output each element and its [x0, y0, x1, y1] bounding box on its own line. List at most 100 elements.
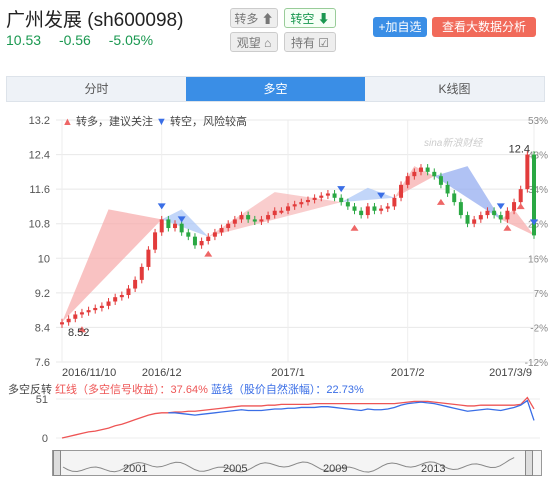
- sina-watermark: sina新浪财经: [424, 138, 483, 149]
- candle-body: [312, 197, 317, 200]
- candle-body: [372, 206, 377, 211]
- blue-line-label: 蓝线（股价自然涨幅）：22.73%: [210, 384, 364, 396]
- candle-body: [173, 223, 178, 229]
- candle-body: [86, 310, 91, 313]
- candle-body: [252, 219, 257, 222]
- candle-body: [418, 167, 423, 172]
- add-watchlist-button[interactable]: +加自选: [373, 17, 427, 37]
- candle-body: [66, 318, 71, 323]
- candle-body: [286, 206, 291, 211]
- stock-title: 广州发展 (sh600098): [6, 10, 184, 31]
- to-long-button[interactable]: 转多 ⬆: [230, 8, 278, 28]
- red-line-label: 红线（多空信号收益）：37.64%: [55, 384, 208, 396]
- candle-body: [206, 236, 211, 241]
- candle-body: [359, 210, 364, 216]
- sub-y-tick-label: 0: [42, 433, 48, 445]
- candle-body: [352, 206, 357, 211]
- stock-header: 广州发展 (sh600098) 10.53 -0.56 -5.05% 转多 ⬆ …: [0, 0, 550, 58]
- time-navigator[interactable]: 2001 2005 2009 2013: [52, 450, 542, 476]
- candle-body: [405, 176, 410, 185]
- y-tick-label: 10.8: [29, 219, 50, 231]
- to-short-button[interactable]: 转空 ⬇: [284, 8, 336, 28]
- legend-up-text: 转多，建议关注: [75, 116, 153, 128]
- sell-signal-icon: [157, 203, 166, 210]
- x-tick-label: 2016/12: [142, 367, 182, 379]
- nav-year-label: 2009: [323, 463, 348, 475]
- candle-body: [498, 215, 503, 220]
- candle-body: [239, 215, 244, 220]
- candle-body: [126, 288, 131, 296]
- candle-body: [365, 206, 370, 216]
- candle-body: [425, 167, 430, 172]
- price-change: -0.56: [58, 32, 91, 48]
- candle-body: [79, 312, 84, 315]
- current-price: 10.53: [6, 32, 42, 48]
- candle-body: [299, 202, 304, 205]
- candle-body: [226, 223, 231, 229]
- hold-button[interactable]: 持有 ☑: [284, 32, 336, 52]
- low-price-label: 8.52: [68, 327, 89, 339]
- candle-body: [379, 208, 384, 211]
- candle-body: [93, 307, 98, 311]
- navigator-left-handle[interactable]: [53, 450, 61, 476]
- buy-signal-icon: [436, 198, 445, 205]
- watch-button[interactable]: 观望 ⌂: [230, 32, 278, 52]
- tab-long-short[interactable]: 多空: [186, 77, 365, 101]
- navigator-right-handle[interactable]: [525, 450, 533, 476]
- candle-body: [452, 193, 457, 203]
- candle-body: [525, 154, 530, 190]
- candle-body: [385, 206, 390, 209]
- candle-body: [279, 210, 284, 213]
- candle-body: [106, 301, 111, 306]
- candle-body: [465, 215, 470, 224]
- candle-body: [266, 215, 271, 220]
- candle-body: [99, 305, 104, 308]
- candle-body: [392, 197, 397, 207]
- candle-body: [119, 295, 124, 298]
- tab-intraday[interactable]: 分时: [7, 77, 186, 101]
- candle-body: [219, 228, 224, 233]
- candle-body: [305, 199, 310, 203]
- candle-body: [319, 195, 324, 198]
- candle-body: [199, 241, 204, 246]
- y-tick-label: 11.6: [29, 184, 50, 196]
- reversal-legend: 多空反转 红线（多空信号收益）：37.64% 蓝线（股价自然涨幅）：22.73%: [8, 381, 364, 397]
- y-right-tick-label: 25%: [528, 220, 548, 231]
- reversal-label: 多空反转: [8, 384, 52, 396]
- y-right-tick-label: -2%: [530, 323, 548, 334]
- candle-body: [505, 210, 510, 220]
- signal-zone: [434, 166, 501, 220]
- tab-kline[interactable]: K线图: [365, 77, 544, 101]
- candle-body: [153, 232, 158, 250]
- candle-body: [212, 232, 217, 237]
- candle-body: [432, 171, 437, 177]
- candle-body: [472, 219, 477, 224]
- candle-body: [412, 171, 417, 177]
- candle-body: [345, 202, 350, 207]
- y-right-tick-label: 34%: [528, 185, 548, 196]
- y-right-tick-label: 53%: [528, 116, 548, 127]
- candle-body: [113, 297, 118, 302]
- y-tick-label: 9.2: [35, 288, 50, 300]
- candle-body: [332, 193, 337, 198]
- y-right-tick-label: 7%: [534, 289, 549, 300]
- candle-body: [339, 197, 344, 203]
- x-tick-label: 2016/11/10: [62, 367, 116, 379]
- candle-body: [60, 322, 64, 325]
- legend-down-text: 转空，风险较高: [169, 116, 247, 128]
- candle-body: [445, 184, 450, 194]
- y-tick-label: 7.6: [35, 357, 50, 369]
- candle-body: [133, 279, 138, 289]
- candle-body: [192, 236, 197, 246]
- high-price-label: 12.4: [509, 144, 530, 156]
- candle-body: [146, 249, 151, 267]
- down-triangle-icon: ▼: [156, 116, 167, 128]
- y-tick-label: 12.4: [29, 150, 50, 162]
- candle-body: [325, 193, 330, 196]
- big-data-analysis-button[interactable]: 查看大数据分析: [432, 17, 536, 37]
- nav-year-label: 2005: [223, 463, 248, 475]
- buy-signal-icon: [503, 224, 512, 231]
- candle-body: [485, 210, 490, 216]
- chart-tabs: 分时 多空 K线图: [6, 76, 545, 102]
- y-tick-label: 8.4: [35, 322, 50, 334]
